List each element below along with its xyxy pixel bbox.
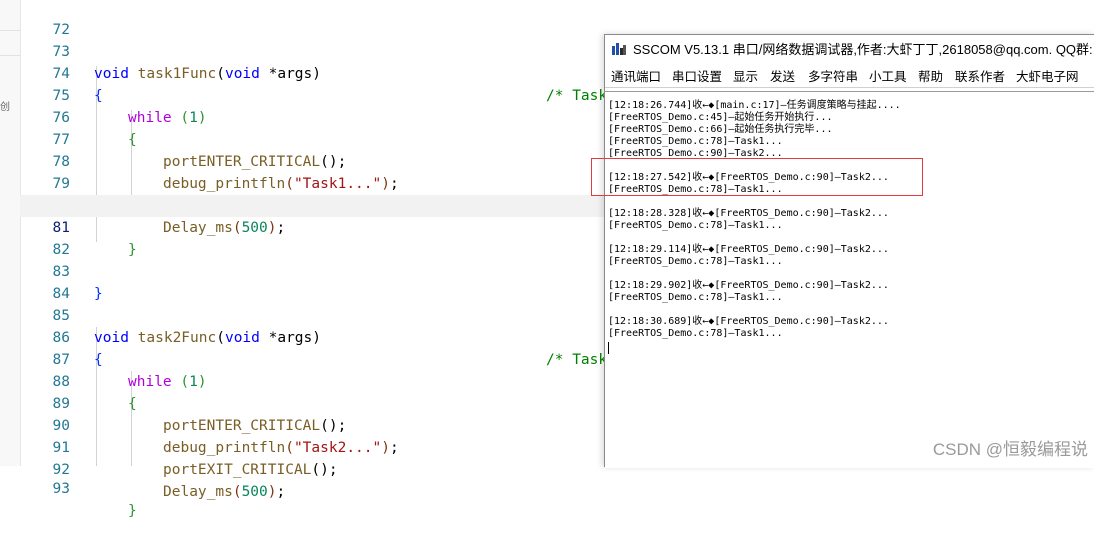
divider xyxy=(0,55,20,56)
window-title: SSCOM V5.13.1 串口/网络数据调试器,作者:大虾丁丁,2618058… xyxy=(633,42,1094,57)
sidebar-fragment-text: 创 xyxy=(0,102,10,113)
log-line: [12:18:29.902]收←◆[FreeRTOS_Demo.c:90]—Ta… xyxy=(608,280,889,291)
menu-contact-author[interactable]: 联系作者 xyxy=(955,66,1005,85)
log-line: [FreeRTOS_Demo.c:78]—Task1... xyxy=(608,292,783,303)
receive-textarea[interactable]: [12:18:26.744]收←◆[main.c:17]—任务调度策略与挂起..… xyxy=(605,91,1094,468)
log-line: [FreeRTOS_Demo.c:45]—起始任务开始执行... xyxy=(608,112,833,123)
menu-send[interactable]: 发送 xyxy=(770,66,795,85)
menu-website[interactable]: 大虾电子网 xyxy=(1016,66,1079,85)
log-line: [12:18:30.689]收←◆[FreeRTOS_Demo.c:90]—Ta… xyxy=(608,316,889,327)
log-line: [12:18:29.114]收←◆[FreeRTOS_Demo.c:90]—Ta… xyxy=(608,244,889,255)
line-number: 93 xyxy=(52,481,70,497)
code-text: } xyxy=(128,503,137,519)
watermark: CSDN @恒毅编程说 xyxy=(932,440,1088,459)
log-line: [12:18:28.328]收←◆[FreeRTOS_Demo.c:90]—Ta… xyxy=(608,208,889,219)
menu-serial-settings[interactable]: 串口设置 xyxy=(672,66,722,85)
window-titlebar[interactable]: SSCOM V5.13.1 串口/网络数据调试器,作者:大虾丁丁,2618058… xyxy=(605,35,1094,61)
menu-multi-string[interactable]: 多字符串 xyxy=(808,66,858,85)
menu-help[interactable]: 帮助 xyxy=(918,66,943,85)
log-line: [FreeRTOS_Demo.c:78]—Task1... xyxy=(608,328,783,339)
text-cursor xyxy=(608,342,609,354)
menu-comm-port[interactable]: 通讯端口 xyxy=(611,66,661,85)
menu-display[interactable]: 显示 xyxy=(733,66,758,85)
log-line: [FreeRTOS_Demo.c:78]—Task1... xyxy=(608,136,783,147)
log-line: [FreeRTOS_Demo.c:78]—Task1... xyxy=(608,256,783,267)
divider xyxy=(0,30,20,31)
divider xyxy=(605,87,1094,88)
log-line: [FreeRTOS_Demo.c:78]—Task1... xyxy=(608,220,783,231)
menu-bar: 通讯端口 串口设置 显示 发送 多字符串 小工具 帮助 联系作者 大虾电子网 xyxy=(605,63,1094,85)
sscom-window[interactable]: SSCOM V5.13.1 串口/网络数据调试器,作者:大虾丁丁,2618058… xyxy=(604,34,1094,468)
explorer-sidebar-strip: 创 xyxy=(0,0,21,466)
log-line: [12:18:26.744]收←◆[main.c:17]—任务调度策略与挂起..… xyxy=(608,100,901,111)
code-line[interactable]: 72 xyxy=(20,0,1094,38)
log-line: [FreeRTOS_Demo.c:66]—起始任务执行完毕... xyxy=(608,124,833,135)
sscom-app-icon xyxy=(612,43,626,55)
highlight-annotation-box xyxy=(591,158,923,196)
code-text: Delay_ms(500); xyxy=(163,484,286,500)
menu-tools[interactable]: 小工具 xyxy=(869,66,907,85)
